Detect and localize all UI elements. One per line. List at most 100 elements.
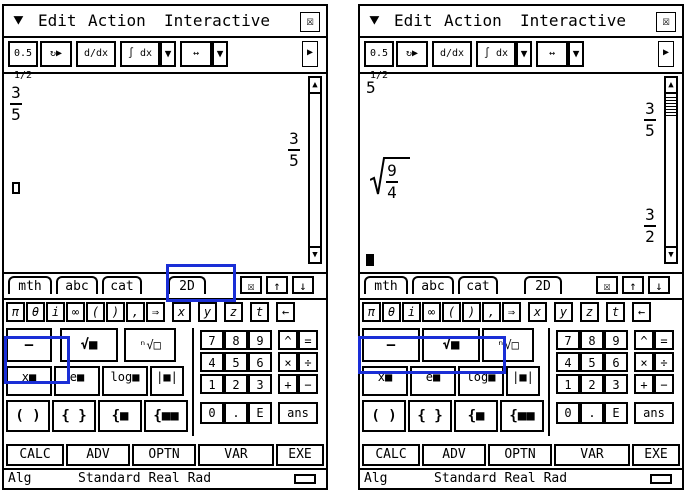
keyboard-close-icon[interactable]: ☒ [596, 276, 618, 294]
scroll-up-icon[interactable]: ▲ [666, 78, 676, 94]
key-decimal[interactable]: . [580, 402, 604, 424]
work-area[interactable]: 5 3 5 9 4 3 2 [362, 76, 662, 266]
toolbar-simplify-button[interactable]: ↻▶ [40, 41, 72, 67]
key-divide[interactable]: ÷ [654, 352, 674, 372]
key-9[interactable]: 9 [248, 330, 272, 350]
key-1[interactable]: 1 [200, 374, 224, 394]
tab-abc[interactable]: abc [412, 276, 454, 294]
calc-key[interactable]: CALC [6, 444, 64, 466]
abs-template-key[interactable]: |■| [506, 366, 540, 396]
open-paren-key[interactable]: ( [442, 302, 461, 322]
toolbar-dropdown-icon[interactable]: ▼ [568, 41, 584, 67]
toolbar-dropdown-icon[interactable]: ▼ [212, 41, 228, 67]
y-key[interactable]: y [198, 302, 217, 322]
z-key[interactable]: z [224, 302, 243, 322]
work-area[interactable]: 3 5 3 5 [6, 76, 306, 264]
implies-key[interactable]: ⇒ [146, 302, 165, 322]
toolbar-graph-button[interactable]: ↔ [180, 41, 212, 67]
comma-key[interactable]: , [126, 302, 145, 322]
toolbar-fraction-decimal-button[interactable]: 0.5 1/2 [8, 41, 38, 81]
var-key[interactable]: VAR [554, 444, 630, 466]
toolbar-derivative-button[interactable]: d/dx [76, 41, 116, 67]
log-template-key[interactable]: log■ [102, 366, 148, 396]
piecewise-template-key[interactable]: {■ [454, 400, 498, 432]
scrollbar[interactable]: ▲ ▼ [664, 76, 678, 264]
key-plus[interactable]: + [278, 374, 298, 394]
toolbar-scroll-right-icon[interactable]: ▶ [658, 41, 674, 67]
parens-template-key[interactable]: ( ) [6, 400, 50, 432]
backspace-key[interactable]: ← [632, 302, 651, 322]
scroll-up-icon[interactable]: ▲ [310, 78, 320, 94]
exe-key[interactable]: EXE [632, 444, 680, 466]
theta-key[interactable]: θ [382, 302, 401, 322]
tab-cat[interactable]: cat [102, 276, 142, 294]
var-key[interactable]: VAR [198, 444, 274, 466]
braces-template-key[interactable]: { } [408, 400, 452, 432]
tab-mth[interactable]: mth [8, 276, 52, 294]
infinity-key[interactable]: ∞ [422, 302, 441, 322]
key-6[interactable]: 6 [604, 352, 628, 372]
input-cursor[interactable] [12, 182, 20, 194]
x-key[interactable]: x [528, 302, 547, 322]
adv-key[interactable]: ADV [422, 444, 486, 466]
menu-interactive[interactable]: Interactive [164, 6, 270, 36]
key-caret[interactable]: ^ [278, 330, 298, 350]
key-equals[interactable]: = [654, 330, 674, 350]
key-decimal[interactable]: . [224, 402, 248, 424]
toolbar-fraction-decimal-button[interactable]: 0.5 1/2 [364, 41, 394, 81]
toolbar-dropdown-icon[interactable]: ▼ [516, 41, 532, 67]
key-plus[interactable]: + [634, 374, 654, 394]
optn-key[interactable]: OPTN [132, 444, 196, 466]
t-key[interactable]: t [250, 302, 269, 322]
scrollbar[interactable]: ▲ ▼ [308, 76, 322, 264]
menu-action[interactable]: Action [444, 6, 502, 36]
matrix-template-key[interactable]: {■■ [500, 400, 544, 432]
key-minus[interactable]: − [654, 374, 674, 394]
parens-template-key[interactable]: ( ) [362, 400, 406, 432]
imaginary-key[interactable]: i [46, 302, 65, 322]
toolbar-simplify-button[interactable]: ↻▶ [396, 41, 428, 67]
open-paren-key[interactable]: ( [86, 302, 105, 322]
key-3[interactable]: 3 [248, 374, 272, 394]
key-caret[interactable]: ^ [634, 330, 654, 350]
keyboard-close-icon[interactable]: ☒ [240, 276, 262, 294]
key-8[interactable]: 8 [580, 330, 604, 350]
key-multiply[interactable]: × [634, 352, 654, 372]
keyboard-up-icon[interactable]: ↑ [266, 276, 288, 294]
toolbar-dropdown-icon[interactable]: ▼ [160, 41, 176, 67]
key-equals[interactable]: = [298, 330, 318, 350]
key-2[interactable]: 2 [224, 374, 248, 394]
scroll-down-icon[interactable]: ▼ [666, 246, 676, 262]
scroll-down-icon[interactable]: ▼ [310, 246, 320, 262]
toolbar-integral-button[interactable]: ∫ dx [476, 41, 516, 67]
scroll-thumb[interactable] [666, 96, 676, 116]
key-6[interactable]: 6 [248, 352, 272, 372]
key-7[interactable]: 7 [556, 330, 580, 350]
adv-key[interactable]: ADV [66, 444, 130, 466]
menu-chevron-icon[interactable]: ⯆ [368, 6, 381, 36]
theta-key[interactable]: θ [26, 302, 45, 322]
key-multiply[interactable]: × [278, 352, 298, 372]
t-key[interactable]: t [606, 302, 625, 322]
tab-mth[interactable]: mth [364, 276, 408, 294]
key-2[interactable]: 2 [580, 374, 604, 394]
tab-abc[interactable]: abc [56, 276, 98, 294]
keyboard-down-icon[interactable]: ↓ [648, 276, 670, 294]
optn-key[interactable]: OPTN [488, 444, 552, 466]
key-0[interactable]: 0 [200, 402, 224, 424]
imaginary-key[interactable]: i [402, 302, 421, 322]
key-3[interactable]: 3 [604, 374, 628, 394]
braces-template-key[interactable]: { } [52, 400, 96, 432]
key-ans[interactable]: ans [634, 402, 674, 424]
toolbar-integral-button[interactable]: ∫ dx [120, 41, 160, 67]
piecewise-template-key[interactable]: {■ [98, 400, 142, 432]
tab-cat[interactable]: cat [458, 276, 498, 294]
key-5[interactable]: 5 [580, 352, 604, 372]
z-key[interactable]: z [580, 302, 599, 322]
close-icon[interactable]: ☒ [300, 12, 320, 32]
input-cursor[interactable] [366, 254, 374, 266]
menu-edit[interactable]: Edit [38, 6, 77, 36]
key-1[interactable]: 1 [556, 374, 580, 394]
close-paren-key[interactable]: ) [462, 302, 481, 322]
key-4[interactable]: 4 [556, 352, 580, 372]
